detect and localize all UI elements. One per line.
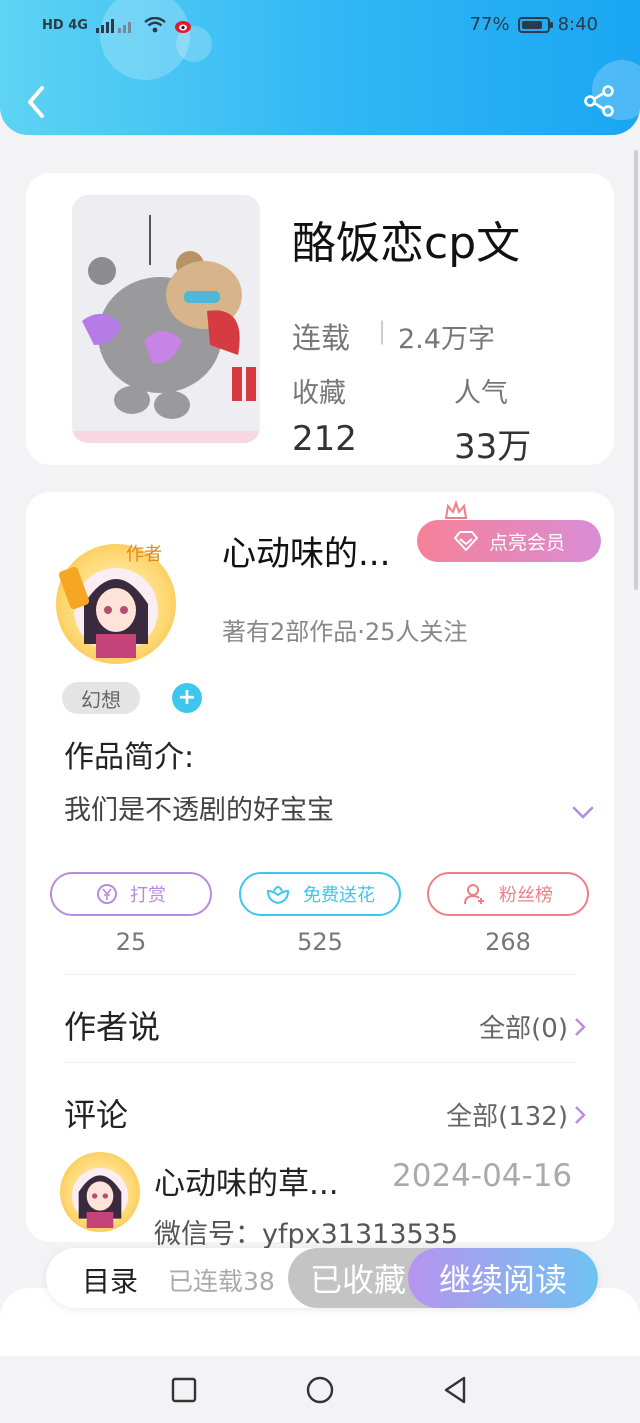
- author-name[interactable]: 心动味的...: [222, 526, 390, 575]
- flower-label: 免费送花: [303, 885, 375, 906]
- author-card: 作者 心动味的... 点亮会员 著有2部作品·25人关注 幻想 + 作品简介: …: [26, 492, 614, 1250]
- battery-percent: 77%: [469, 14, 510, 35]
- book-title: 酪饭恋cp文: [292, 218, 521, 269]
- comment-text: 微信号：yfpx31313535: [154, 1219, 459, 1250]
- top-header: HD 4G 77% 8:40: [0, 0, 640, 135]
- comment-avatar-image: [72, 1168, 128, 1228]
- toc-button[interactable]: 目录: [82, 1260, 138, 1300]
- square-recents-icon[interactable]: [168, 1374, 200, 1406]
- comments-title: 评论: [64, 1096, 129, 1134]
- intro-text: 我们是不透剧的好宝宝: [64, 795, 334, 826]
- popularity-count: 33万: [454, 427, 532, 467]
- scrollbar[interactable]: [634, 150, 638, 590]
- cover-illustration: [72, 195, 260, 443]
- diamond-icon: [453, 531, 478, 551]
- comment-username[interactable]: 心动味的草...: [154, 1158, 339, 1203]
- wifi-icon: [144, 17, 166, 33]
- author-says-link[interactable]: 全部(0): [479, 1008, 586, 1045]
- chevron-left-icon[interactable]: [22, 82, 52, 122]
- word-count: 2.4万字: [398, 324, 495, 355]
- book-info-card: 酪饭恋cp文 连载 | 2.4万字 收藏 人气 212 33万: [26, 173, 614, 467]
- fan-rank-count: 268: [485, 928, 531, 956]
- battery-icon: [517, 16, 553, 33]
- chevron-down-icon[interactable]: [572, 806, 594, 820]
- author-says-all: 全部(0): [479, 1014, 568, 1044]
- favorites-label: 收藏: [292, 378, 346, 409]
- network-indicator: HD 4G: [42, 17, 88, 33]
- comments-all: 全部(132): [446, 1102, 568, 1132]
- author-stats: 著有2部作品·25人关注: [222, 618, 468, 646]
- vip-activate-button[interactable]: 点亮会员: [417, 520, 601, 562]
- fan-rank-label: 粉丝榜: [499, 885, 553, 906]
- yen-coin-icon: [97, 884, 117, 904]
- add-tag-button[interactable]: +: [172, 683, 202, 713]
- fan-rank-button[interactable]: 粉丝榜: [427, 872, 589, 916]
- triangle-back-icon[interactable]: [440, 1374, 472, 1406]
- favorites-count: 212: [292, 419, 357, 459]
- signal-icon: [95, 19, 131, 33]
- continue-reading-button[interactable]: 继续阅读: [408, 1248, 598, 1308]
- divider: [64, 1062, 576, 1063]
- tip-button[interactable]: 打赏: [50, 872, 212, 916]
- send-flower-button[interactable]: 免费送花: [239, 872, 401, 916]
- divider: [64, 974, 576, 975]
- share-icon[interactable]: [582, 84, 616, 118]
- author-badge: 作者: [126, 544, 162, 565]
- book-cover[interactable]: [72, 195, 260, 443]
- tip-count: 25: [115, 928, 147, 956]
- toc-progress: 已连载38: [168, 1267, 275, 1296]
- meta-separator: |: [378, 317, 387, 345]
- chevron-right-icon: [575, 1017, 586, 1036]
- popularity-label: 人气: [454, 378, 508, 409]
- genre-tag[interactable]: 幻想: [62, 682, 140, 714]
- comment-avatar[interactable]: [60, 1152, 140, 1232]
- status-left: HD 4G: [42, 16, 194, 34]
- reading-action-bar: 目录 已连载38 已收藏 继续阅读: [46, 1248, 598, 1308]
- fan-user-icon: [464, 884, 484, 905]
- tip-label: 打赏: [130, 885, 166, 906]
- weibo-icon: [174, 21, 191, 33]
- intro-label: 作品简介:: [64, 740, 195, 775]
- flower-icon: [266, 886, 290, 905]
- clock-time: 8:40: [557, 14, 598, 35]
- flower-count: 525: [297, 928, 343, 956]
- serial-status: 连载: [292, 321, 351, 355]
- chevron-right-icon: [575, 1105, 586, 1124]
- comment-date: 2024-04-16: [392, 1158, 573, 1194]
- circle-home-icon[interactable]: [304, 1374, 336, 1406]
- vip-button-label: 点亮会员: [488, 531, 565, 554]
- comments-link[interactable]: 全部(132): [446, 1096, 586, 1133]
- system-nav-bar: [0, 1356, 640, 1423]
- status-bar: HD 4G 77% 8:40: [0, 14, 640, 44]
- status-right: 77% 8:40: [470, 14, 598, 35]
- author-says-title: 作者说: [64, 1008, 161, 1046]
